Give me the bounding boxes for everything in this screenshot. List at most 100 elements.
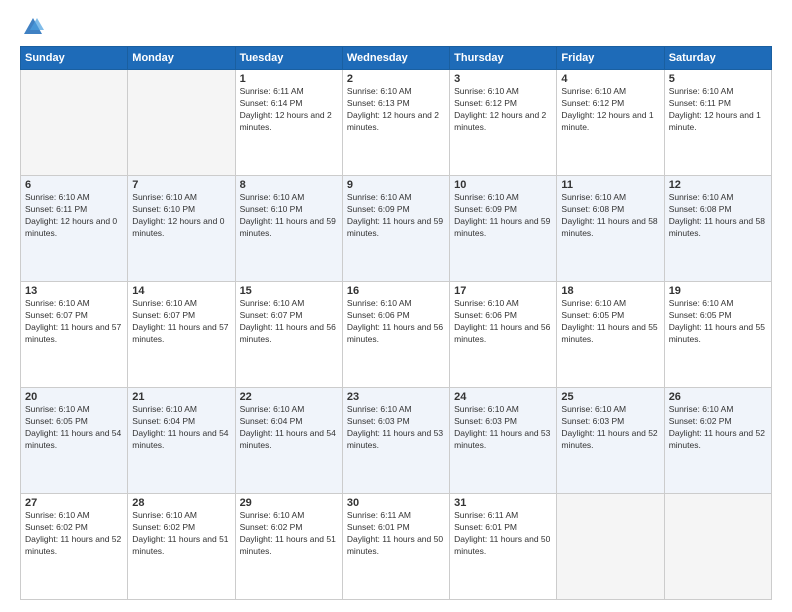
day-header-tuesday: Tuesday xyxy=(235,47,342,70)
day-header-wednesday: Wednesday xyxy=(342,47,449,70)
day-cell: 14 Sunrise: 6:10 AMSunset: 6:07 PMDaylig… xyxy=(128,282,235,388)
day-info: Sunrise: 6:10 AMSunset: 6:05 PMDaylight:… xyxy=(25,404,121,450)
day-info: Sunrise: 6:10 AMSunset: 6:12 PMDaylight:… xyxy=(561,86,653,132)
day-cell: 18 Sunrise: 6:10 AMSunset: 6:05 PMDaylig… xyxy=(557,282,664,388)
day-cell: 30 Sunrise: 6:11 AMSunset: 6:01 PMDaylig… xyxy=(342,494,449,600)
day-number: 1 xyxy=(240,73,338,85)
day-number: 11 xyxy=(561,179,659,191)
day-number: 10 xyxy=(454,179,552,191)
day-info: Sunrise: 6:10 AMSunset: 6:04 PMDaylight:… xyxy=(132,404,228,450)
day-cell: 4 Sunrise: 6:10 AMSunset: 6:12 PMDayligh… xyxy=(557,70,664,176)
day-number: 6 xyxy=(25,179,123,191)
week-row-1: 1 Sunrise: 6:11 AMSunset: 6:14 PMDayligh… xyxy=(21,70,772,176)
day-header-monday: Monday xyxy=(128,47,235,70)
day-number: 27 xyxy=(25,497,123,509)
day-info: Sunrise: 6:10 AMSunset: 6:12 PMDaylight:… xyxy=(454,86,546,132)
day-cell: 20 Sunrise: 6:10 AMSunset: 6:05 PMDaylig… xyxy=(21,388,128,494)
day-info: Sunrise: 6:10 AMSunset: 6:03 PMDaylight:… xyxy=(347,404,443,450)
day-info: Sunrise: 6:11 AMSunset: 6:14 PMDaylight:… xyxy=(240,86,332,132)
day-cell: 19 Sunrise: 6:10 AMSunset: 6:05 PMDaylig… xyxy=(664,282,771,388)
day-number: 14 xyxy=(132,285,230,297)
day-cell: 13 Sunrise: 6:10 AMSunset: 6:07 PMDaylig… xyxy=(21,282,128,388)
day-info: Sunrise: 6:10 AMSunset: 6:02 PMDaylight:… xyxy=(25,510,121,556)
day-cell xyxy=(664,494,771,600)
header xyxy=(20,16,772,38)
day-number: 20 xyxy=(25,391,123,403)
day-cell: 6 Sunrise: 6:10 AMSunset: 6:11 PMDayligh… xyxy=(21,176,128,282)
day-cell: 25 Sunrise: 6:10 AMSunset: 6:03 PMDaylig… xyxy=(557,388,664,494)
day-cell: 12 Sunrise: 6:10 AMSunset: 6:08 PMDaylig… xyxy=(664,176,771,282)
day-number: 21 xyxy=(132,391,230,403)
day-info: Sunrise: 6:10 AMSunset: 6:08 PMDaylight:… xyxy=(669,192,765,238)
logo xyxy=(20,16,44,38)
day-number: 30 xyxy=(347,497,445,509)
day-number: 16 xyxy=(347,285,445,297)
day-info: Sunrise: 6:10 AMSunset: 6:10 PMDaylight:… xyxy=(240,192,336,238)
week-row-3: 13 Sunrise: 6:10 AMSunset: 6:07 PMDaylig… xyxy=(21,282,772,388)
calendar-body: 1 Sunrise: 6:11 AMSunset: 6:14 PMDayligh… xyxy=(21,70,772,600)
day-info: Sunrise: 6:10 AMSunset: 6:13 PMDaylight:… xyxy=(347,86,439,132)
day-header-saturday: Saturday xyxy=(664,47,771,70)
day-info: Sunrise: 6:10 AMSunset: 6:08 PMDaylight:… xyxy=(561,192,657,238)
day-cell: 7 Sunrise: 6:10 AMSunset: 6:10 PMDayligh… xyxy=(128,176,235,282)
day-info: Sunrise: 6:10 AMSunset: 6:04 PMDaylight:… xyxy=(240,404,336,450)
day-info: Sunrise: 6:10 AMSunset: 6:07 PMDaylight:… xyxy=(132,298,228,344)
day-info: Sunrise: 6:10 AMSunset: 6:02 PMDaylight:… xyxy=(669,404,765,450)
day-info: Sunrise: 6:10 AMSunset: 6:11 PMDaylight:… xyxy=(669,86,761,132)
day-cell: 23 Sunrise: 6:10 AMSunset: 6:03 PMDaylig… xyxy=(342,388,449,494)
day-number: 13 xyxy=(25,285,123,297)
day-cell xyxy=(557,494,664,600)
day-header-sunday: Sunday xyxy=(21,47,128,70)
day-number: 2 xyxy=(347,73,445,85)
day-number: 8 xyxy=(240,179,338,191)
day-number: 9 xyxy=(347,179,445,191)
day-cell: 15 Sunrise: 6:10 AMSunset: 6:07 PMDaylig… xyxy=(235,282,342,388)
logo-text xyxy=(20,16,44,38)
week-row-4: 20 Sunrise: 6:10 AMSunset: 6:05 PMDaylig… xyxy=(21,388,772,494)
day-cell: 2 Sunrise: 6:10 AMSunset: 6:13 PMDayligh… xyxy=(342,70,449,176)
day-number: 25 xyxy=(561,391,659,403)
day-cell: 24 Sunrise: 6:10 AMSunset: 6:03 PMDaylig… xyxy=(450,388,557,494)
day-cell: 21 Sunrise: 6:10 AMSunset: 6:04 PMDaylig… xyxy=(128,388,235,494)
day-header-friday: Friday xyxy=(557,47,664,70)
day-cell: 9 Sunrise: 6:10 AMSunset: 6:09 PMDayligh… xyxy=(342,176,449,282)
day-info: Sunrise: 6:10 AMSunset: 6:07 PMDaylight:… xyxy=(240,298,336,344)
week-row-5: 27 Sunrise: 6:10 AMSunset: 6:02 PMDaylig… xyxy=(21,494,772,600)
day-cell: 26 Sunrise: 6:10 AMSunset: 6:02 PMDaylig… xyxy=(664,388,771,494)
day-info: Sunrise: 6:10 AMSunset: 6:03 PMDaylight:… xyxy=(561,404,657,450)
day-number: 31 xyxy=(454,497,552,509)
calendar-table: SundayMondayTuesdayWednesdayThursdayFrid… xyxy=(20,46,772,600)
day-cell: 29 Sunrise: 6:10 AMSunset: 6:02 PMDaylig… xyxy=(235,494,342,600)
day-cell: 11 Sunrise: 6:10 AMSunset: 6:08 PMDaylig… xyxy=(557,176,664,282)
day-number: 7 xyxy=(132,179,230,191)
day-number: 24 xyxy=(454,391,552,403)
day-info: Sunrise: 6:10 AMSunset: 6:06 PMDaylight:… xyxy=(454,298,550,344)
day-info: Sunrise: 6:10 AMSunset: 6:09 PMDaylight:… xyxy=(347,192,443,238)
week-row-2: 6 Sunrise: 6:10 AMSunset: 6:11 PMDayligh… xyxy=(21,176,772,282)
day-info: Sunrise: 6:10 AMSunset: 6:06 PMDaylight:… xyxy=(347,298,443,344)
day-info: Sunrise: 6:11 AMSunset: 6:01 PMDaylight:… xyxy=(347,510,443,556)
day-cell: 17 Sunrise: 6:10 AMSunset: 6:06 PMDaylig… xyxy=(450,282,557,388)
calendar-header-row: SundayMondayTuesdayWednesdayThursdayFrid… xyxy=(21,47,772,70)
day-cell: 1 Sunrise: 6:11 AMSunset: 6:14 PMDayligh… xyxy=(235,70,342,176)
day-number: 18 xyxy=(561,285,659,297)
day-number: 26 xyxy=(669,391,767,403)
day-info: Sunrise: 6:10 AMSunset: 6:09 PMDaylight:… xyxy=(454,192,550,238)
day-cell: 3 Sunrise: 6:10 AMSunset: 6:12 PMDayligh… xyxy=(450,70,557,176)
day-info: Sunrise: 6:10 AMSunset: 6:11 PMDaylight:… xyxy=(25,192,117,238)
day-number: 23 xyxy=(347,391,445,403)
day-info: Sunrise: 6:10 AMSunset: 6:02 PMDaylight:… xyxy=(240,510,336,556)
day-info: Sunrise: 6:10 AMSunset: 6:05 PMDaylight:… xyxy=(561,298,657,344)
day-info: Sunrise: 6:10 AMSunset: 6:07 PMDaylight:… xyxy=(25,298,121,344)
day-cell: 31 Sunrise: 6:11 AMSunset: 6:01 PMDaylig… xyxy=(450,494,557,600)
day-number: 22 xyxy=(240,391,338,403)
day-info: Sunrise: 6:10 AMSunset: 6:05 PMDaylight:… xyxy=(669,298,765,344)
day-cell: 5 Sunrise: 6:10 AMSunset: 6:11 PMDayligh… xyxy=(664,70,771,176)
calendar-page: SundayMondayTuesdayWednesdayThursdayFrid… xyxy=(0,0,792,612)
day-number: 17 xyxy=(454,285,552,297)
day-info: Sunrise: 6:10 AMSunset: 6:03 PMDaylight:… xyxy=(454,404,550,450)
day-number: 4 xyxy=(561,73,659,85)
day-info: Sunrise: 6:11 AMSunset: 6:01 PMDaylight:… xyxy=(454,510,550,556)
day-cell: 22 Sunrise: 6:10 AMSunset: 6:04 PMDaylig… xyxy=(235,388,342,494)
day-cell xyxy=(21,70,128,176)
